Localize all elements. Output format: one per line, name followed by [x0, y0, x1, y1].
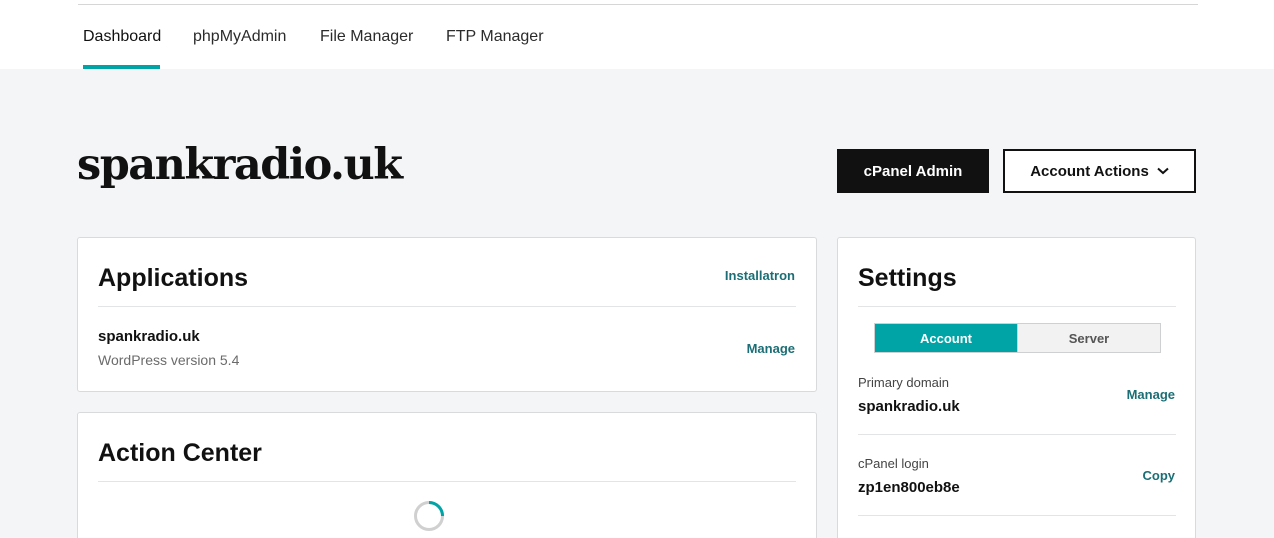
action-center-divider: [98, 481, 796, 482]
tab-ftp-manager[interactable]: FTP Manager: [446, 28, 544, 46]
cpanel-login-label: cPanel login: [858, 456, 929, 471]
tab-file-manager[interactable]: File Manager: [320, 28, 413, 46]
primary-domain-manage-link[interactable]: Manage: [1127, 387, 1175, 402]
spinner-icon: [414, 501, 444, 531]
settings-segmented-control: Account Server: [874, 323, 1161, 353]
chevron-down-icon: [1157, 167, 1169, 175]
applications-title: Applications: [98, 264, 249, 292]
settings-title: Settings: [858, 264, 957, 292]
application-version: WordPress version 5.4: [98, 352, 240, 368]
cpanel-admin-button[interactable]: cPanel Admin: [837, 149, 989, 193]
top-divider: [78, 4, 1198, 5]
settings-row-divider: [858, 434, 1176, 435]
top-nav-bar: Dashboard phpMyAdmin File Manager FTP Ma…: [0, 0, 1274, 69]
primary-domain-value: spankradio.uk: [858, 398, 960, 415]
application-manage-link[interactable]: Manage: [747, 341, 795, 356]
segment-account[interactable]: Account: [875, 324, 1017, 352]
settings-divider: [858, 306, 1176, 307]
primary-domain-label: Primary domain: [858, 375, 950, 390]
tab-phpmyadmin[interactable]: phpMyAdmin: [193, 28, 286, 46]
settings-row-divider: [858, 515, 1176, 516]
action-center-title: Action Center: [98, 439, 262, 467]
cpanel-admin-label: cPanel Admin: [863, 162, 963, 180]
account-actions-label: Account Actions: [1030, 162, 1149, 180]
active-tab-indicator: [83, 65, 160, 69]
account-actions-button[interactable]: Account Actions: [1003, 149, 1196, 193]
applications-card: Applications Installatron spankradio.uk …: [77, 237, 817, 392]
application-name: spankradio.uk: [98, 328, 200, 345]
settings-card: Settings Account Server Primary domain s…: [837, 237, 1196, 538]
installatron-link[interactable]: Installatron: [725, 268, 795, 283]
segment-server[interactable]: Server: [1017, 324, 1160, 352]
cpanel-login-value: zp1en800eb8e: [858, 479, 960, 496]
action-center-card: Action Center: [77, 412, 817, 538]
tab-dashboard[interactable]: Dashboard: [83, 28, 161, 46]
cpanel-login-copy-link[interactable]: Copy: [1143, 468, 1176, 483]
page-title: spankradio.uk: [77, 140, 403, 190]
applications-divider: [98, 306, 796, 307]
